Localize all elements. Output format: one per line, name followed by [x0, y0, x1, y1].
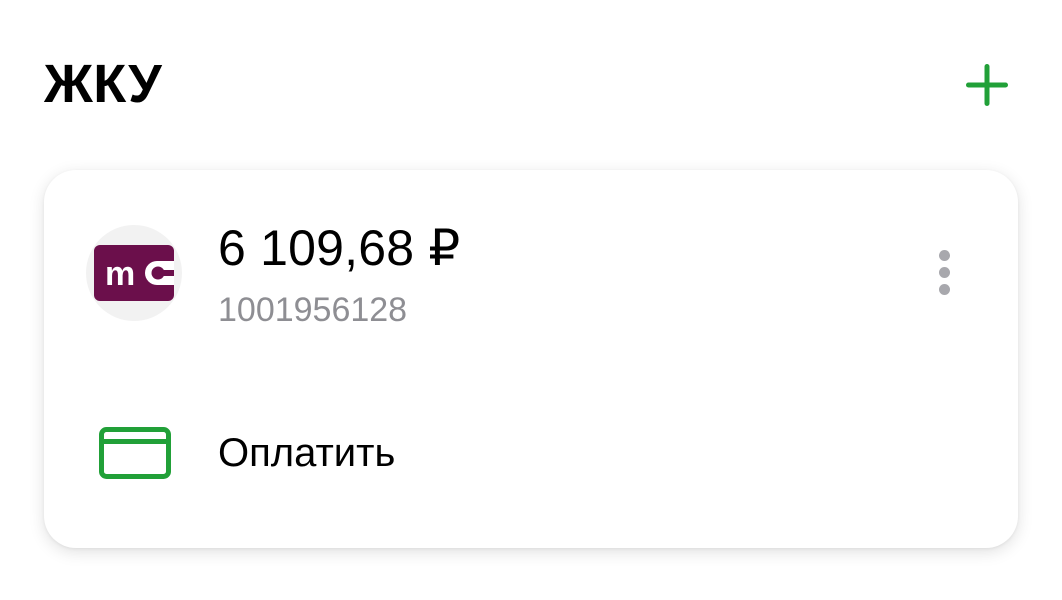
- more-vertical-icon: [938, 249, 950, 261]
- utility-bill-card[interactable]: m 6 109,68 ₽ 1001956128 Оплатить: [44, 170, 1018, 548]
- more-options-button[interactable]: [920, 242, 968, 302]
- account-number: 1001956128: [218, 291, 408, 329]
- add-button[interactable]: [960, 58, 1014, 112]
- card-icon: [99, 427, 171, 479]
- wallet-logo-icon: m: [94, 245, 174, 301]
- pay-button[interactable]: Оплатить: [44, 410, 1018, 496]
- page: ЖКУ m 6 109,68 ₽ 1001956128 Оплатить: [0, 0, 1062, 600]
- provider-logo: m: [86, 225, 182, 321]
- plus-icon: [966, 64, 1008, 106]
- provider-logo-text: m: [105, 255, 135, 293]
- pay-label: Оплатить: [218, 431, 396, 475]
- section-title: ЖКУ: [44, 54, 163, 114]
- bill-amount: 6 109,68 ₽: [218, 220, 461, 276]
